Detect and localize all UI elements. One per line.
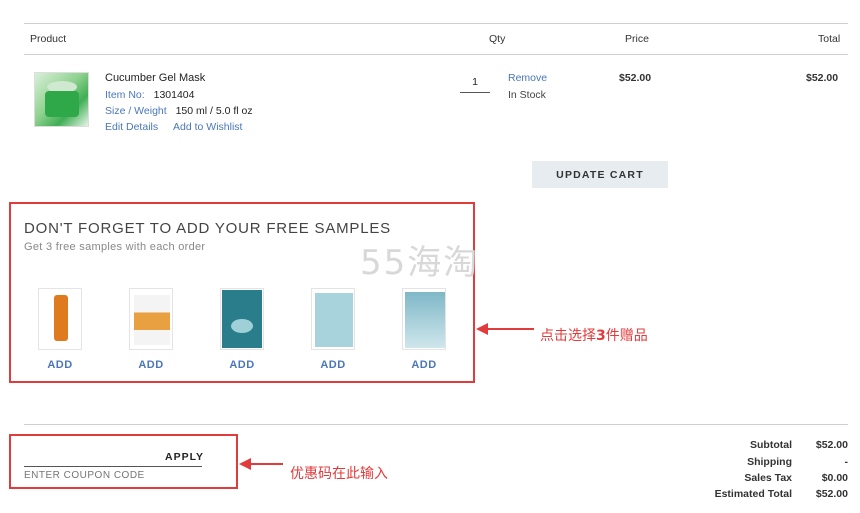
header-total: Total — [818, 33, 841, 45]
header-top-divider — [24, 23, 848, 24]
header-price: Price — [625, 33, 649, 45]
sample-1-bottle — [54, 295, 68, 341]
size-label: Size / Weight — [105, 105, 167, 117]
watermark: 55海淘 — [360, 243, 480, 283]
item-total: $52.00 — [806, 72, 839, 84]
product-name[interactable]: Cucumber Gel Mask — [105, 72, 205, 84]
sample-add-button-2[interactable]: ADD — [121, 359, 181, 371]
remove-link[interactable]: Remove — [508, 72, 547, 84]
product-jar — [45, 91, 79, 117]
samples-title: DON'T FORGET TO ADD YOUR FREE SAMPLES — [24, 220, 391, 237]
coupon-code-input[interactable] — [24, 466, 202, 482]
size-value: 150 ml / 5.0 fl oz — [175, 105, 253, 117]
header-qty: Qty — [489, 33, 506, 45]
samples-subtitle: Get 3 free samples with each order — [24, 241, 206, 253]
samples-annotation-suffix: 件赠品 — [605, 328, 648, 344]
item-price: $52.00 — [619, 72, 652, 84]
sample-image-3[interactable] — [220, 288, 264, 350]
samples-annotation-number: 3 — [596, 328, 606, 344]
sample-add-button-1[interactable]: ADD — [30, 359, 90, 371]
item-number-value: 1301404 — [153, 89, 195, 101]
subtotal-value: $52.00 — [815, 439, 848, 451]
quantity-input[interactable]: 1 — [460, 73, 490, 93]
item-number-label: Item No: — [105, 89, 145, 101]
samples-annotation-prefix: 点击选择 — [540, 328, 596, 344]
samples-arrow-line — [486, 328, 534, 330]
sample-add-button-5[interactable]: ADD — [394, 359, 454, 371]
subtotal-label: Subtotal — [750, 439, 792, 451]
sales-tax-value: $0.00 — [821, 472, 848, 484]
sample-image-1[interactable] — [38, 288, 82, 350]
item-actions: Edit Details Add to Wishlist — [105, 121, 242, 133]
update-cart-button[interactable]: UPDATE CART — [532, 161, 668, 188]
sample-2-packet — [134, 295, 170, 345]
sample-3-jar — [231, 319, 253, 333]
header-bottom-divider — [24, 54, 848, 55]
sample-5-packet — [405, 292, 445, 348]
summary-divider — [24, 424, 848, 425]
coupon-annotation: 优惠码在此输入 — [290, 466, 388, 482]
header-product: Product — [30, 33, 67, 45]
edit-details-link[interactable]: Edit Details — [105, 121, 158, 133]
sample-add-button-4[interactable]: ADD — [303, 359, 363, 371]
sample-image-2[interactable] — [129, 288, 173, 350]
product-image[interactable] — [34, 72, 89, 127]
sample-add-button-3[interactable]: ADD — [212, 359, 272, 371]
add-to-wishlist-link[interactable]: Add to Wishlist — [173, 121, 242, 133]
apply-coupon-button[interactable]: APPLY — [165, 451, 204, 463]
sample-4-packet — [315, 293, 353, 347]
size-row: Size / Weight 150 ml / 5.0 fl oz — [105, 105, 253, 117]
shipping-label: Shipping — [747, 456, 792, 468]
sample-image-4[interactable] — [311, 288, 355, 350]
sales-tax-label: Sales Tax — [744, 472, 792, 484]
shipping-value: - — [844, 456, 849, 468]
estimated-total-label: Estimated Total — [714, 488, 792, 500]
sample-image-5[interactable] — [402, 288, 446, 350]
coupon-arrow-line — [249, 463, 283, 465]
item-number-row: Item No: 1301404 — [105, 89, 195, 101]
estimated-total-value: $52.00 — [815, 488, 848, 500]
stock-status: In Stock — [508, 89, 546, 101]
samples-annotation: 点击选择3件赠品 — [540, 325, 648, 345]
